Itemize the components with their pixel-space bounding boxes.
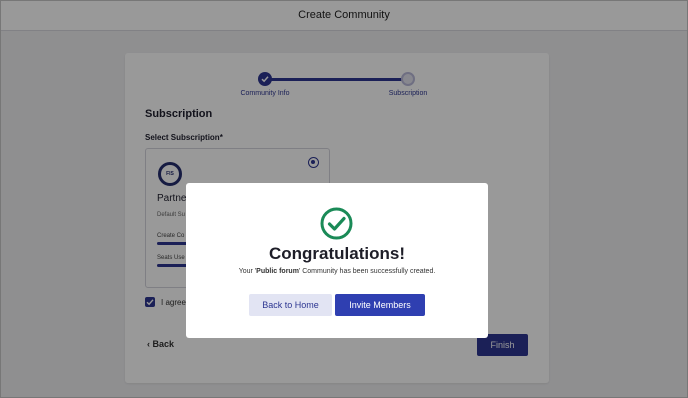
- window-border: [0, 0, 688, 398]
